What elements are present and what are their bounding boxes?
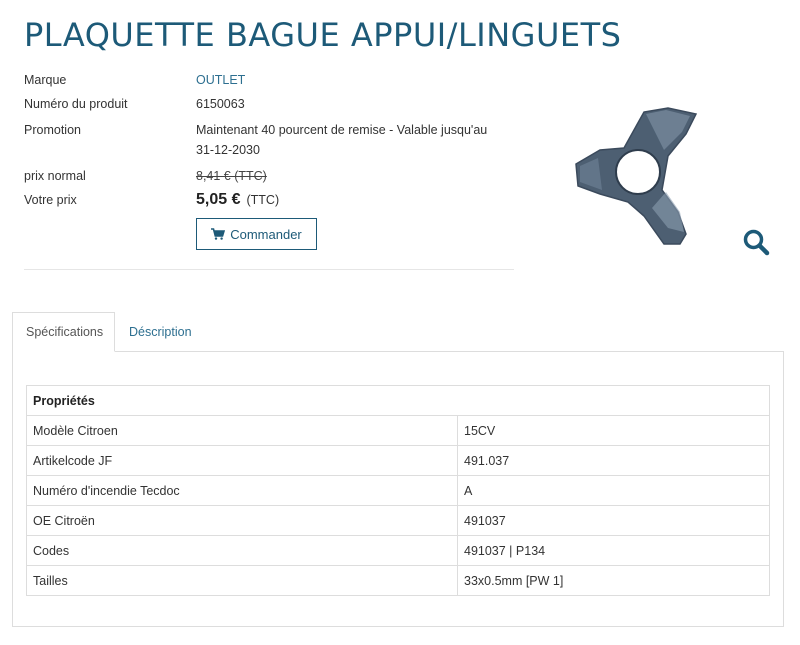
- product-number-label: Numéro du produit: [24, 97, 128, 111]
- page-title: PLAQUETTE BAGUE APPUI/LINGUETS: [24, 16, 622, 54]
- promotion-row: Promotion Maintenant 40 pourcent de remi…: [24, 120, 514, 160]
- table-row: Tailles 33x0.5mm [PW 1]: [26, 565, 770, 596]
- normal-price-label: prix normal: [24, 169, 86, 183]
- specifications-table: Propriétés Modèle Citroen 15CV Artikelco…: [26, 385, 770, 596]
- spec-value: 491037: [457, 505, 770, 536]
- table-header-row: Propriétés: [26, 385, 770, 416]
- price-amount: 5,05 €: [196, 191, 241, 208]
- magnifier-icon[interactable]: [742, 228, 770, 256]
- brand-row: Marque OUTLET: [24, 70, 514, 90]
- table-row: Modèle Citroen 15CV: [26, 415, 770, 446]
- spec-value: 491.037: [457, 445, 770, 476]
- normal-price-row: prix normal 8,41 € (TTC): [24, 166, 514, 186]
- spec-name: Codes: [26, 535, 458, 566]
- order-button[interactable]: Commander: [196, 218, 317, 250]
- divider: [24, 269, 514, 270]
- price-suffix: (TTC): [246, 193, 280, 207]
- promotion-line-2: 31-12-2030: [196, 143, 260, 157]
- product-number-value: 6150063: [196, 97, 245, 111]
- your-price-value: 5,05 € (TTC): [196, 190, 514, 210]
- table-header: Propriétés: [26, 385, 770, 416]
- tab-description[interactable]: Déscription: [116, 312, 205, 352]
- product-image[interactable]: [560, 100, 720, 250]
- table-row: Codes 491037 | P134: [26, 535, 770, 566]
- tab-bar: Spécifications Déscription: [12, 312, 784, 352]
- spec-value: 15CV: [457, 415, 770, 446]
- brand-link[interactable]: OUTLET: [196, 70, 514, 90]
- product-number-row: Numéro du produit 6150063: [24, 94, 514, 114]
- promotion-label: Promotion: [24, 123, 81, 137]
- promotion-line-1: Maintenant 40 pourcent de remise - Valab…: [196, 123, 488, 137]
- spec-value: 491037 | P134: [457, 535, 770, 566]
- spec-name: Artikelcode JF: [26, 445, 458, 476]
- table-row: OE Citroën 491037: [26, 505, 770, 536]
- table-row: Artikelcode JF 491.037: [26, 445, 770, 476]
- spec-name: Modèle Citroen: [26, 415, 458, 446]
- spec-name: Numéro d'incendie Tecdoc: [26, 475, 458, 506]
- spec-value: A: [457, 475, 770, 506]
- your-price-label: Votre prix: [24, 193, 77, 207]
- spec-name: OE Citroën: [26, 505, 458, 536]
- table-row: Numéro d'incendie Tecdoc A: [26, 475, 770, 506]
- promotion-text: Maintenant 40 pourcent de remise - Valab…: [196, 120, 514, 160]
- cart-icon: [211, 228, 226, 240]
- spec-name: Tailles: [26, 565, 458, 596]
- normal-price-value: 8,41 € (TTC): [196, 169, 267, 183]
- brand-label: Marque: [24, 73, 67, 87]
- spec-value: 33x0.5mm [PW 1]: [457, 565, 770, 596]
- your-price-row: Votre prix 5,05 € (TTC): [24, 190, 514, 210]
- order-button-label: Commander: [230, 226, 302, 242]
- tab-specifications[interactable]: Spécifications: [12, 312, 115, 352]
